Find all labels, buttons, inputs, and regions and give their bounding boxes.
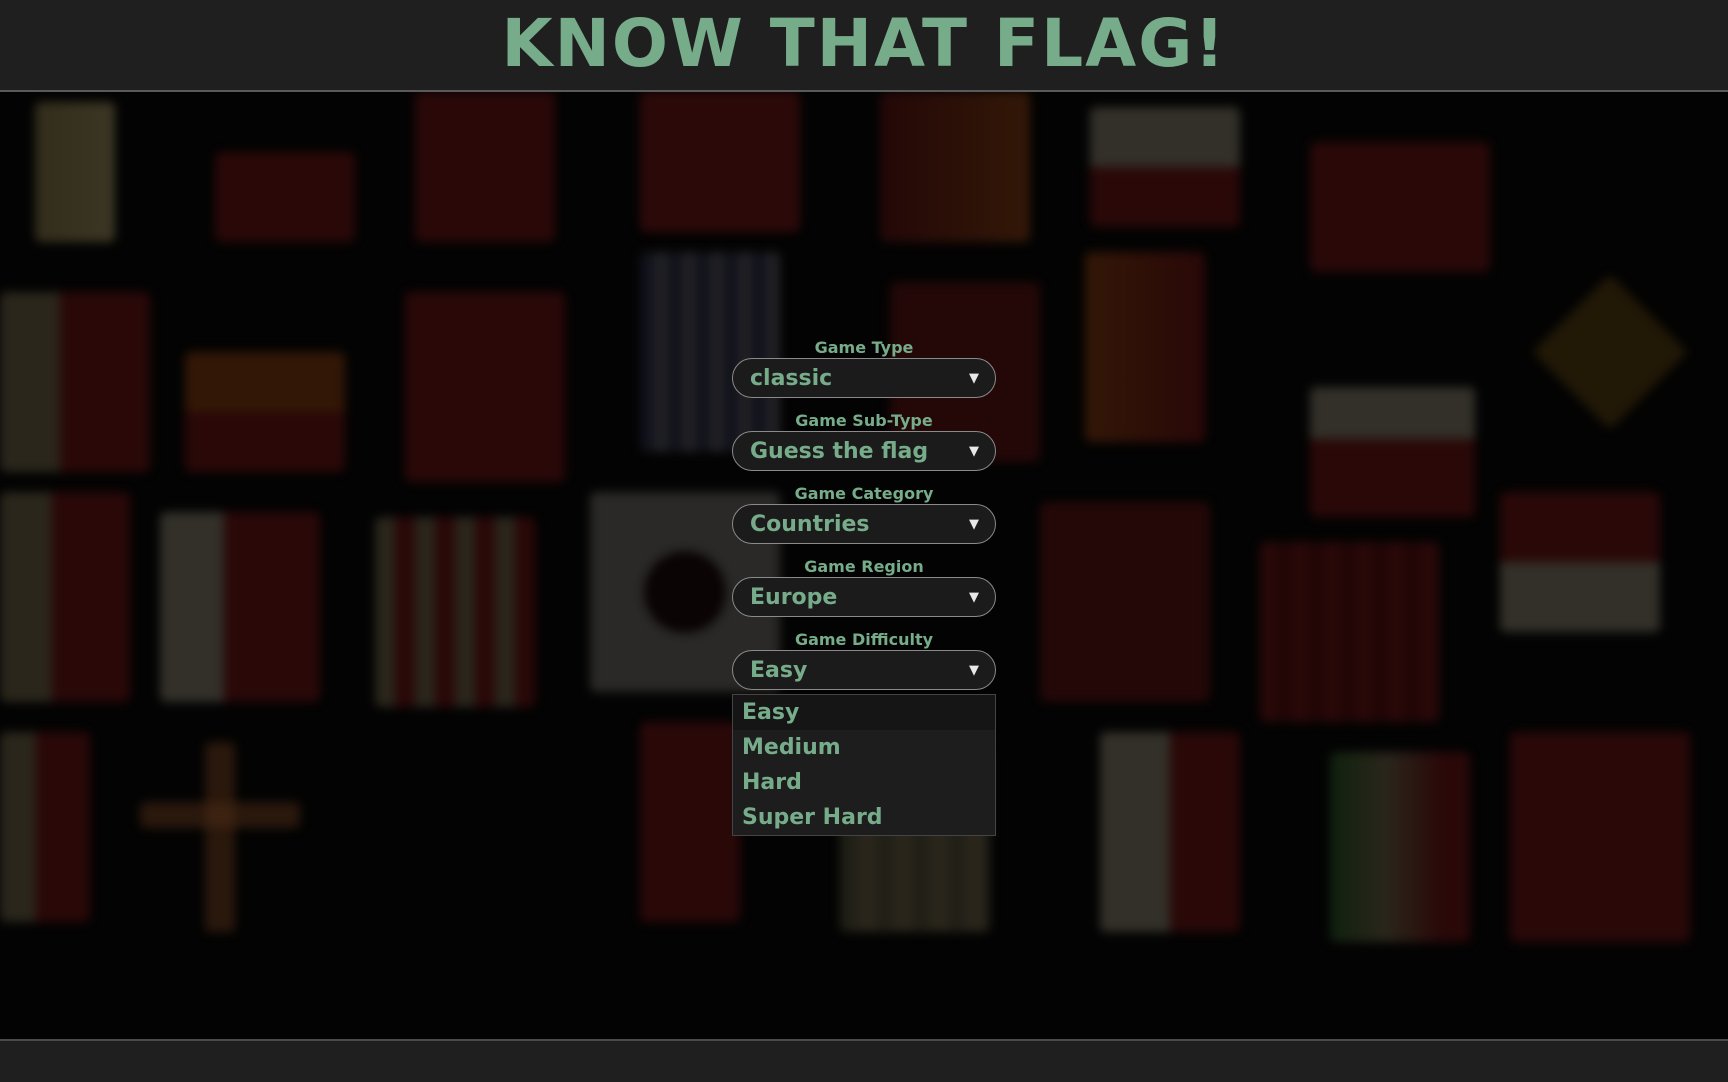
game-type-value: classic [750,365,833,391]
app-footer [0,1039,1728,1082]
background-flag [160,512,320,702]
background-flag [215,152,355,242]
background-flag [140,802,300,828]
difficulty-option-easy[interactable]: Easy [733,695,995,730]
game-difficulty-field: Game Difficulty Easy ▼ [732,630,996,703]
chevron-down-icon: ▼ [969,516,979,532]
game-region-value: Europe [750,584,838,610]
background-flag [1040,502,1210,702]
background-flag [640,92,800,232]
game-difficulty-value: Easy [750,657,808,683]
app-header: KNOW THAT FLAG! [0,0,1728,92]
game-type-select[interactable]: classic ▼ [732,358,996,398]
background-flag [205,742,235,932]
game-settings-form: Game Type classic ▼ Game Sub-Type Guess … [732,338,996,703]
game-region-label: Game Region [804,557,924,576]
background-flag [1100,732,1240,932]
chevron-down-icon: ▼ [969,662,979,678]
game-subtype-select[interactable]: Guess the flag ▼ [732,431,996,471]
chevron-down-icon: ▼ [969,443,979,459]
game-subtype-label: Game Sub-Type [795,411,933,430]
background-flag [1260,542,1440,722]
game-subtype-value: Guess the flag [750,438,929,464]
background-flag [1532,274,1688,430]
difficulty-option-super-hard[interactable]: Super Hard [733,800,995,835]
game-category-label: Game Category [794,484,934,503]
app-title: KNOW THAT FLAG! [501,4,1227,82]
background-flag [405,292,565,482]
game-category-select[interactable]: Countries ▼ [732,504,996,544]
background-flag [1510,732,1690,942]
game-difficulty-select[interactable]: Easy ▼ [732,650,996,690]
chevron-down-icon: ▼ [969,589,979,605]
background-flag [1330,752,1470,942]
background-flag [0,292,150,472]
game-type-field: Game Type classic ▼ [732,338,996,411]
background-flag [415,92,555,242]
game-region-select[interactable]: Europe ▼ [732,577,996,617]
game-region-field: Game Region Europe ▼ [732,557,996,630]
difficulty-dropdown-list: Easy Medium Hard Super Hard [732,694,996,836]
background-flag [0,732,90,922]
difficulty-option-hard[interactable]: Hard [733,765,995,800]
background-flag [375,517,535,707]
background-flag [1310,142,1490,272]
background-flag [1085,252,1205,442]
background-flag [185,352,345,472]
game-category-field: Game Category Countries ▼ [732,484,996,557]
game-category-value: Countries [750,511,870,537]
background-flag [880,92,1030,242]
game-difficulty-label: Game Difficulty [794,630,934,649]
background-flag [0,492,130,702]
background-flag [1500,492,1660,632]
background-flag [1310,387,1475,517]
background-flag [1090,107,1240,227]
game-type-label: Game Type [814,338,914,357]
background-flag [35,102,115,242]
chevron-down-icon: ▼ [969,370,979,386]
background-flag [640,722,740,922]
difficulty-option-medium[interactable]: Medium [733,730,995,765]
game-subtype-field: Game Sub-Type Guess the flag ▼ [732,411,996,484]
